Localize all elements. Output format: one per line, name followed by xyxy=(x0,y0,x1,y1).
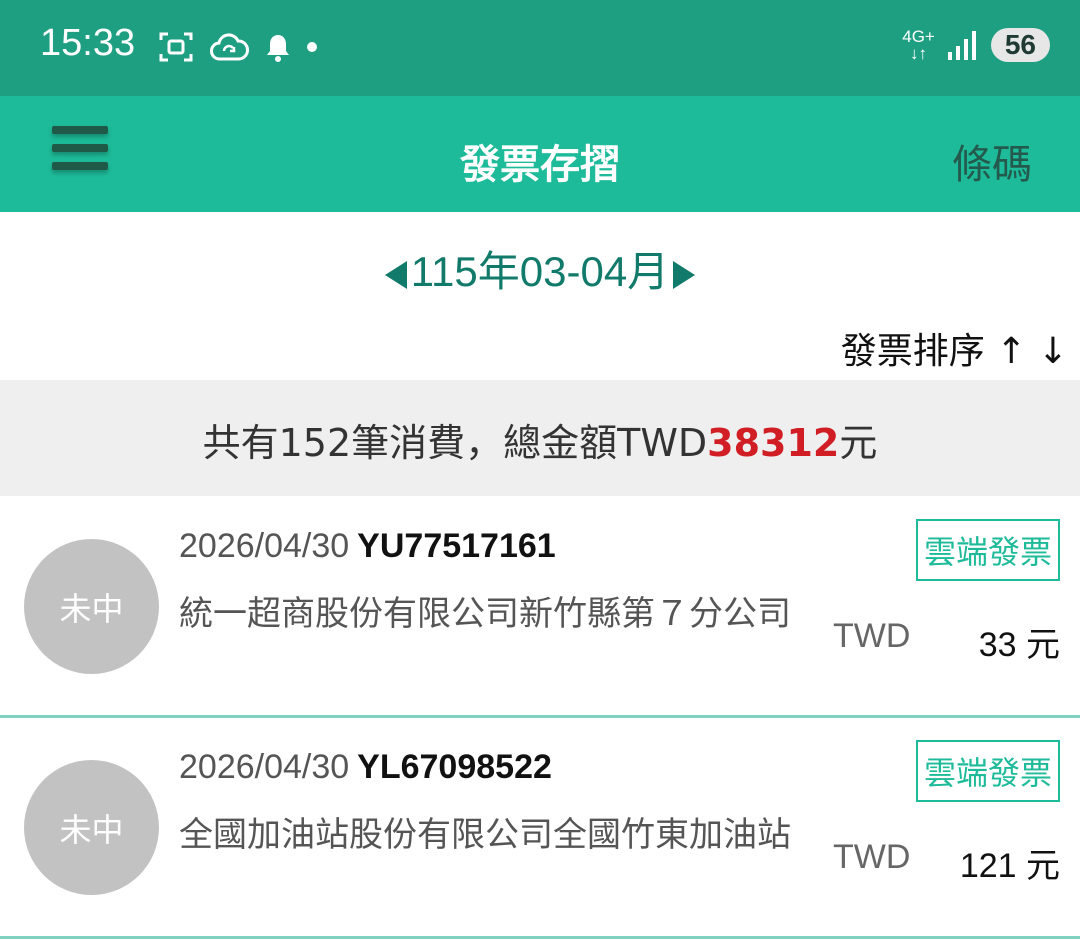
cloud-sync-icon xyxy=(210,33,249,61)
status-icons xyxy=(158,30,318,64)
screenshot-icon xyxy=(159,32,193,62)
sort-button[interactable]: 發票排序 ↑ ↓ xyxy=(841,322,1068,374)
invoice-row[interactable]: 未中 2026/04/30 YU77517161 統一超商股份有限公司新竹縣第７分… xyxy=(0,497,1080,718)
period-label: 115年03-04月 xyxy=(410,248,670,295)
summary-amount: 38312 xyxy=(707,421,840,465)
prev-period-icon[interactable] xyxy=(384,260,407,289)
dot-icon xyxy=(307,42,317,52)
period-selector: 115年03-04月 xyxy=(0,238,1080,299)
status-time: 15:33 xyxy=(40,22,136,64)
invoice-row[interactable]: 未中 2026/04/30 YL67098522 全國加油站股份有限公司全國竹東加… xyxy=(0,718,1080,939)
notification-bell-icon xyxy=(267,35,289,62)
next-period-icon[interactable] xyxy=(673,260,696,289)
barcode-button[interactable]: 條碼 xyxy=(952,132,1032,190)
summary-suffix: 元 xyxy=(839,421,878,465)
store-name: 全國加油站股份有限公司全國竹東加油站 xyxy=(179,815,791,855)
status-bar: 15:33 4G+ ↓↑ 56 xyxy=(0,0,1080,96)
network-type: 4G+ ↓↑ xyxy=(902,27,935,63)
invoice-date: 2026/04/30 xyxy=(179,527,350,565)
signal-icon xyxy=(947,31,976,60)
summary-prefix: 共有152筆消費，總金額TWD xyxy=(202,421,708,465)
summary-bar: 共有152筆消費，總金額TWD38312元 xyxy=(0,380,1080,496)
invoice-type-tag: 雲端發票 xyxy=(915,519,1060,581)
currency: TWD xyxy=(833,838,911,876)
invoice-number: YU77517161 xyxy=(357,527,556,565)
invoice-amount: 33 元 xyxy=(978,626,1060,664)
page-title: 發票存摺 xyxy=(460,142,620,188)
store-name: 統一超商股份有限公司新竹縣第７分公司 xyxy=(179,594,791,634)
lottery-status-badge: 未中 xyxy=(24,539,159,674)
invoice-date-line: 2026/04/30 YU77517161 xyxy=(179,527,556,566)
invoice-amount: 121 元 xyxy=(959,847,1060,885)
lottery-status-badge: 未中 xyxy=(24,760,159,895)
app-bar: 發票存摺 條碼 xyxy=(0,96,1080,212)
invoice-date: 2026/04/30 xyxy=(179,748,350,786)
invoice-date-line: 2026/04/30 YL67098522 xyxy=(179,748,552,787)
invoice-number: YL67098522 xyxy=(357,748,552,786)
currency: TWD xyxy=(833,617,911,655)
battery-level: 56 xyxy=(990,28,1050,62)
invoice-type-tag: 雲端發票 xyxy=(915,740,1060,802)
